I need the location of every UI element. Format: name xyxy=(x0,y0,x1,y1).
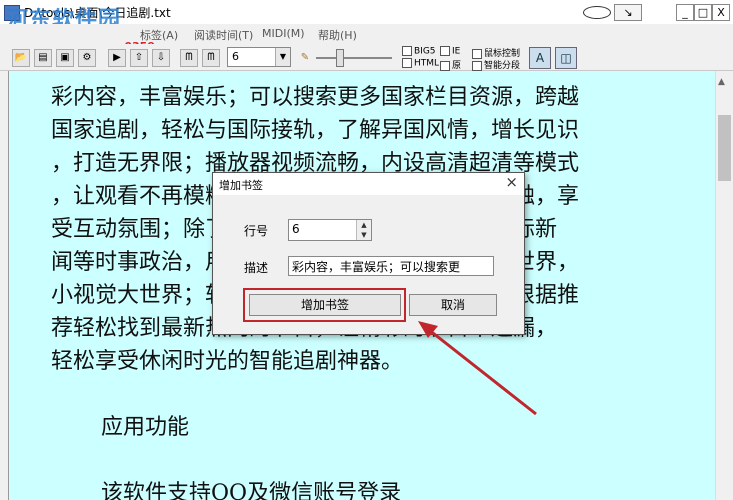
annotation-arrow xyxy=(418,321,537,416)
